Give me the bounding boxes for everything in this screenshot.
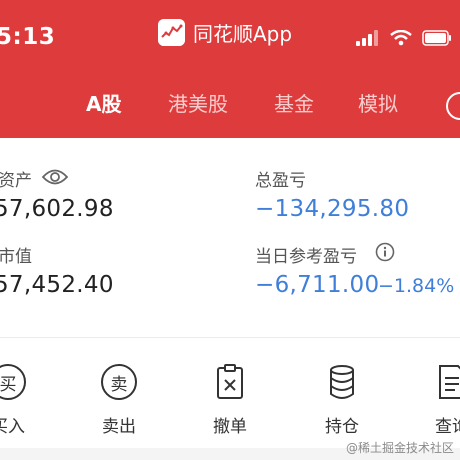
status-time: 5:13 xyxy=(0,24,56,50)
app-header: 5:13 同花顺App A股 港美股 基金 模拟 xyxy=(0,0,460,138)
market-value-label: 市值 xyxy=(0,247,32,267)
daily-pl-value: −6,711.00 xyxy=(255,272,380,298)
market-value-value: 57,452.40 xyxy=(0,272,114,298)
app-logo-icon xyxy=(158,18,185,46)
total-pl-value: −134,295.80 xyxy=(255,196,410,222)
market-tabs: A股 港美股 基金 模拟 xyxy=(0,88,460,128)
tab-simulation[interactable]: 模拟 xyxy=(358,88,398,117)
tab-funds[interactable]: 基金 xyxy=(274,88,314,117)
daily-pl-percent: −1.84% xyxy=(378,275,455,297)
holdings-label: 持仓 xyxy=(325,417,359,437)
total-assets-label: 资产 xyxy=(0,171,32,191)
cancel-order-icon xyxy=(217,364,243,399)
cancel-order-label: 撤单 xyxy=(213,417,247,437)
holdings-icon xyxy=(330,365,354,399)
signal-icon xyxy=(356,30,378,46)
buy-label: 买入 xyxy=(0,417,25,437)
query-button[interactable]: 查询 xyxy=(412,362,460,437)
eye-icon[interactable] xyxy=(42,168,68,186)
app-badge: 同花顺App xyxy=(158,18,292,46)
total-pl-label: 总盈亏 xyxy=(255,171,306,191)
total-assets-value: 57,602.98 xyxy=(0,196,114,222)
holdings-button[interactable]: 持仓 xyxy=(302,362,382,437)
query-label: 查询 xyxy=(435,417,460,437)
wifi-icon xyxy=(390,30,412,46)
buy-button[interactable]: 买 买入 xyxy=(0,362,48,437)
status-icons xyxy=(356,30,452,46)
info-icon[interactable] xyxy=(375,242,395,262)
tab-a-shares[interactable]: A股 xyxy=(86,88,121,117)
tab-hk-us-stocks[interactable]: 港美股 xyxy=(168,88,228,117)
sell-button[interactable]: 卖 卖出 xyxy=(79,362,159,437)
daily-pl-label: 当日参考盈亏 xyxy=(255,247,357,267)
cancel-order-button[interactable]: 撤单 xyxy=(190,362,270,437)
sell-label: 卖出 xyxy=(102,417,136,437)
buy-icon: 买 xyxy=(0,364,26,400)
battery-icon xyxy=(422,30,451,46)
watermark: @稀土掘金技术社区 xyxy=(345,441,454,455)
sell-icon: 卖 xyxy=(101,364,137,400)
divider xyxy=(0,337,460,338)
app-name: 同花顺App xyxy=(193,21,293,46)
query-icon xyxy=(439,365,460,399)
